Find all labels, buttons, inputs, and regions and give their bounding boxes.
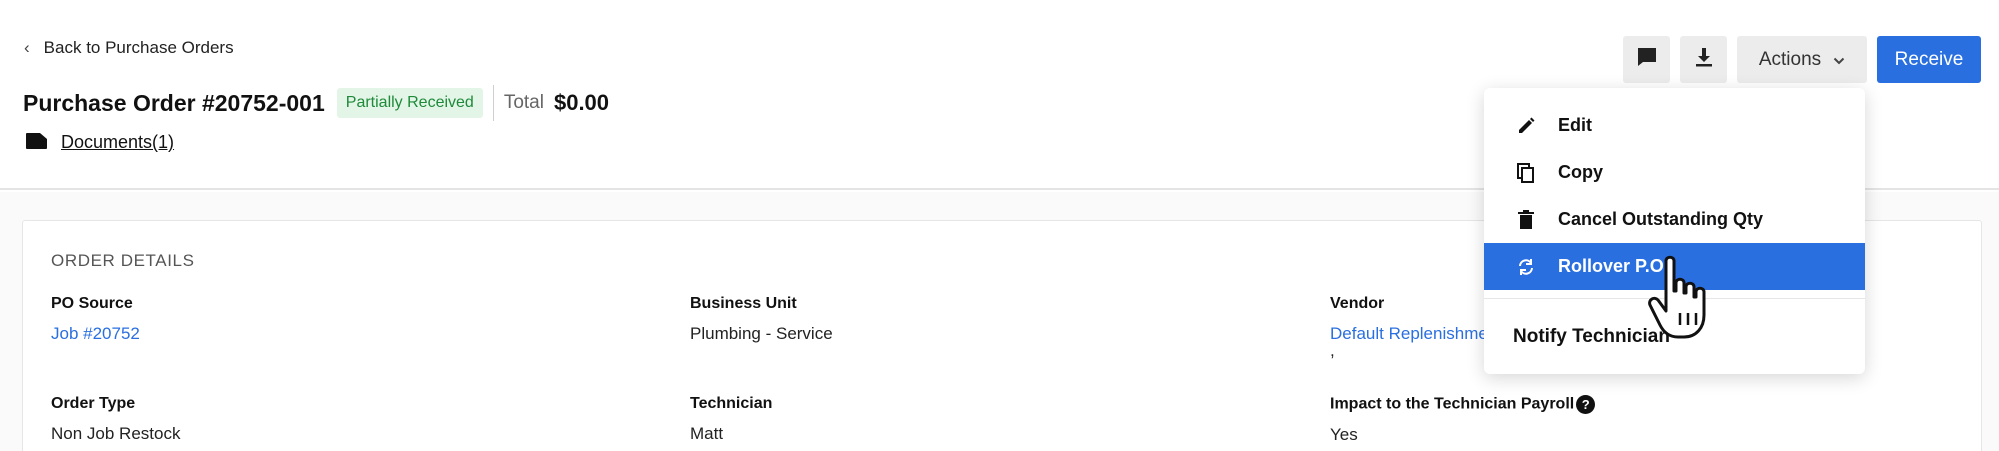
- po-source-label: PO Source: [51, 295, 133, 312]
- comment-button[interactable]: [1623, 36, 1670, 83]
- order-type-value: Non Job Restock: [51, 424, 181, 443]
- total-value: $0.00: [553, 90, 610, 115]
- chevron-down-icon: [1833, 49, 1845, 71]
- po-source-link[interactable]: Job #20752: [51, 324, 140, 344]
- documents-row: Documents(1): [25, 130, 174, 155]
- menu-item-label: Edit: [1558, 115, 1592, 135]
- refresh-icon: [1514, 255, 1538, 279]
- menu-item-edit[interactable]: Edit: [1484, 102, 1865, 149]
- payroll-impact-label: Impact to the Technician Payroll: [1330, 395, 1575, 413]
- menu-item-label: Copy: [1558, 162, 1603, 182]
- page-title: Purchase Order #20752-001: [23, 89, 325, 116]
- toolbar: Actions Receive: [1623, 36, 1981, 83]
- technician-label: Technician: [690, 395, 773, 412]
- trash-icon: [1514, 208, 1538, 232]
- payroll-impact-field: Impact to the Technician Payroll? Yes: [1330, 395, 1596, 445]
- business-unit-value: Plumbing - Service: [690, 324, 833, 343]
- technician-field: Technician Matt: [690, 395, 772, 444]
- receive-button[interactable]: Receive: [1877, 36, 1981, 83]
- technician-value: Matt: [690, 424, 724, 443]
- order-type-label: Order Type: [51, 395, 136, 412]
- vendor-field: Vendor Default Replenishme ,: [1330, 295, 1488, 360]
- hand-pointer-cursor-icon: [1648, 255, 1706, 339]
- actions-dropdown-button[interactable]: Actions: [1737, 36, 1867, 83]
- chevron-left-icon: ‹: [24, 38, 30, 57]
- copy-icon: [1514, 161, 1538, 185]
- payroll-impact-label-row: Impact to the Technician Payroll?: [1330, 395, 1596, 414]
- vendor-sub: ,: [1330, 341, 1335, 360]
- po-source-field: PO Source Job #20752: [51, 295, 140, 344]
- total-label: Total: [503, 92, 544, 113]
- divider: [492, 85, 494, 121]
- order-type-field: Order Type Non Job Restock: [51, 395, 180, 444]
- documents-link[interactable]: Documents(1): [61, 132, 174, 153]
- business-unit-label: Business Unit: [690, 295, 797, 312]
- status-badge: Partially Received: [336, 88, 483, 118]
- back-to-purchase-orders-link[interactable]: ‹ Back to Purchase Orders: [24, 38, 234, 58]
- download-icon: [1693, 46, 1715, 73]
- help-icon[interactable]: ?: [1576, 395, 1596, 414]
- download-button[interactable]: [1680, 36, 1727, 83]
- section-title: ORDER DETAILS: [51, 251, 195, 270]
- vendor-link[interactable]: Default Replenishme: [1330, 324, 1488, 344]
- menu-item-copy[interactable]: Copy: [1484, 149, 1865, 196]
- comment-icon: [1635, 45, 1659, 74]
- actions-label: Actions: [1758, 48, 1822, 70]
- title-row: Purchase Order #20752-001 Partially Rece…: [23, 85, 610, 121]
- back-link-label: Back to Purchase Orders: [43, 38, 234, 57]
- payroll-impact-value: Yes: [1330, 425, 1358, 444]
- menu-item-cancel-outstanding-qty[interactable]: Cancel Outstanding Qty: [1484, 196, 1865, 243]
- vendor-label: Vendor: [1330, 295, 1385, 312]
- business-unit-field: Business Unit Plumbing - Service: [690, 295, 833, 344]
- menu-item-label: Cancel Outstanding Qty: [1558, 209, 1764, 229]
- pencil-icon: [1514, 114, 1538, 138]
- folder-icon: [25, 130, 49, 155]
